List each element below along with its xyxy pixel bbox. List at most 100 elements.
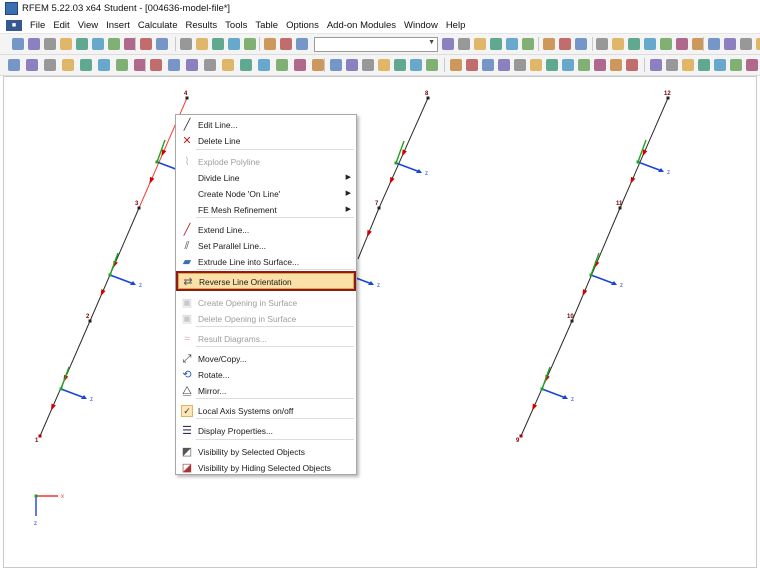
menu-item-rotate[interactable]: ⟲ Rotate... (178, 367, 354, 383)
toolbar-button-icon[interactable] (682, 59, 694, 71)
toolbar-button-icon[interactable] (80, 59, 92, 71)
toolbar-button-icon[interactable] (578, 59, 590, 71)
menu-item-create-opening-in-surface[interactable]: ▣ Create Opening in Surface (178, 295, 354, 311)
toolbar-button-icon[interactable] (330, 59, 342, 71)
menu-results[interactable]: Results (181, 20, 221, 31)
toolbar-button-icon[interactable] (426, 59, 438, 71)
toolbar-button-icon[interactable] (44, 59, 56, 71)
toolbar-button-icon[interactable] (543, 38, 555, 50)
toolbar-button-icon[interactable] (244, 38, 256, 50)
menu-add-on-modules[interactable]: Add-on Modules (323, 20, 400, 31)
toolbar-button-icon[interactable] (756, 38, 760, 50)
toolbar-button-icon[interactable] (644, 38, 656, 50)
menu-item-mirror[interactable]: ⧋ Mirror... (178, 383, 354, 399)
menu-file[interactable]: File (26, 20, 49, 31)
toolbar-button-icon[interactable] (76, 38, 88, 50)
toolbar-button-icon[interactable] (394, 59, 406, 71)
toolbar-button-icon[interactable] (294, 59, 306, 71)
toolbar-button-icon[interactable] (196, 38, 208, 50)
toolbar-button-icon[interactable] (666, 59, 678, 71)
menu-options[interactable]: Options (282, 20, 323, 31)
menu-item-visibility-by-selected-objects[interactable]: ◩ Visibility by Selected Objects (178, 444, 354, 460)
menu-item-fe-mesh-refinement[interactable]: FE Mesh Refinement ▶ (178, 202, 354, 218)
toolbar-button-icon[interactable] (156, 38, 168, 50)
toolbar-button-icon[interactable] (626, 59, 638, 71)
toolbar-button-icon[interactable] (676, 38, 688, 50)
toolbar-button-icon[interactable] (724, 38, 736, 50)
toolbar-button-icon[interactable] (650, 59, 662, 71)
toolbar-button-icon[interactable] (62, 59, 74, 71)
toolbar-button-icon[interactable] (482, 59, 494, 71)
toolbar-button-icon[interactable] (92, 38, 104, 50)
toolbar-button-icon[interactable] (610, 59, 622, 71)
toolbar-button-icon[interactable] (562, 59, 574, 71)
menu-item-divide-line[interactable]: Divide Line ▶ (178, 170, 354, 186)
toolbar-button-icon[interactable] (180, 38, 192, 50)
toolbar-button-icon[interactable] (575, 38, 587, 50)
rfem-logo-icon[interactable]: ■ (6, 19, 22, 31)
menu-edit[interactable]: Edit (49, 20, 73, 31)
toolbar-button-icon[interactable] (140, 38, 152, 50)
toolbar-button-icon[interactable] (708, 38, 720, 50)
toolbar-button-icon[interactable] (612, 38, 624, 50)
chevron-down-icon[interactable]: ▼ (428, 39, 435, 46)
model-node[interactable] (38, 434, 42, 438)
toolbar-button-icon[interactable] (98, 59, 110, 71)
toolbar-button-icon[interactable] (280, 38, 292, 50)
toolbar-button-icon[interactable] (698, 59, 710, 71)
toolbar-button-icon[interactable] (714, 59, 726, 71)
menu-item-move-copy[interactable]: ⤢ Move/Copy... (178, 351, 354, 367)
toolbar-button-icon[interactable] (559, 38, 571, 50)
toolbar-button-icon[interactable] (44, 38, 56, 50)
menu-table[interactable]: Table (251, 20, 282, 31)
menu-item-display-properties[interactable]: ☰ Display Properties... (178, 423, 354, 439)
model-canvas[interactable]: 4321zzz87zz1211109zzzxz (4, 77, 758, 569)
toolbar-button-icon[interactable] (530, 59, 542, 71)
toolbar-button-icon[interactable] (346, 59, 358, 71)
toolbar-button-icon[interactable] (378, 59, 390, 71)
toolbar-button-icon[interactable] (168, 59, 180, 71)
toolbar-button-icon[interactable] (28, 38, 40, 50)
toolbar-button-icon[interactable] (458, 38, 470, 50)
menu-tools[interactable]: Tools (221, 20, 251, 31)
toolbar-button-icon[interactable] (60, 38, 72, 50)
menu-item-extend-line[interactable]: ╱ Extend Line... (178, 222, 354, 238)
menu-item-delete-line[interactable]: ✕ Delete Line (178, 133, 354, 149)
menu-calculate[interactable]: Calculate (134, 20, 182, 31)
menu-view[interactable]: View (74, 20, 102, 31)
toolbar-button-icon[interactable] (628, 38, 640, 50)
toolbar-button-icon[interactable] (746, 59, 758, 71)
menu-item-local-axis-systems-on-off[interactable]: ✓ Local Axis Systems on/off (178, 403, 354, 419)
menu-item-edit-line[interactable]: ╱ Edit Line... (178, 117, 354, 133)
toolbar-button-icon[interactable] (26, 59, 38, 71)
menu-help[interactable]: Help (442, 20, 470, 31)
toolbar-button-icon[interactable] (186, 59, 198, 71)
menu-item-visibility-by-hiding-selected-objects[interactable]: ◪ Visibility by Hiding Selected Objects (178, 460, 354, 476)
menu-item-set-parallel-line[interactable]: ⫽ Set Parallel Line... (178, 238, 354, 254)
toolbar-button-icon[interactable] (490, 38, 502, 50)
toolbar-button-icon[interactable] (12, 38, 24, 50)
menu-item-delete-opening-in-surface[interactable]: ▣ Delete Opening in Surface (178, 311, 354, 327)
toolbar-button-icon[interactable] (660, 38, 672, 50)
toolbar-button-icon[interactable] (514, 59, 526, 71)
menu-item-extrude-line-into-surface[interactable]: ▰ Extrude Line into Surface... (178, 254, 354, 270)
toolbar-button-icon[interactable] (240, 59, 252, 71)
toolbar-button-icon[interactable] (594, 59, 606, 71)
toolbar-button-icon[interactable] (546, 59, 558, 71)
menu-insert[interactable]: Insert (102, 20, 134, 31)
toolbar-button-icon[interactable] (450, 59, 462, 71)
model-workspace[interactable]: 4321zzz87zz1211109zzzxz (3, 76, 757, 568)
model-node[interactable] (519, 434, 523, 438)
toolbar-button-icon[interactable] (730, 59, 742, 71)
toolbar-button-icon[interactable] (442, 38, 454, 50)
toolbar-button-icon[interactable] (8, 59, 20, 71)
toolbar-button-icon[interactable] (108, 38, 120, 50)
toolbar-button-icon[interactable] (212, 38, 224, 50)
menu-window[interactable]: Window (400, 20, 442, 31)
toolbar-button-icon[interactable] (474, 38, 486, 50)
toolbar-button-icon[interactable] (466, 59, 478, 71)
toolbar-button-icon[interactable] (410, 59, 422, 71)
toolbar-button-icon[interactable] (264, 38, 276, 50)
toolbar-button-icon[interactable] (258, 59, 270, 71)
menu-item-explode-polyline[interactable]: ⌇ Explode Polyline (178, 154, 354, 170)
